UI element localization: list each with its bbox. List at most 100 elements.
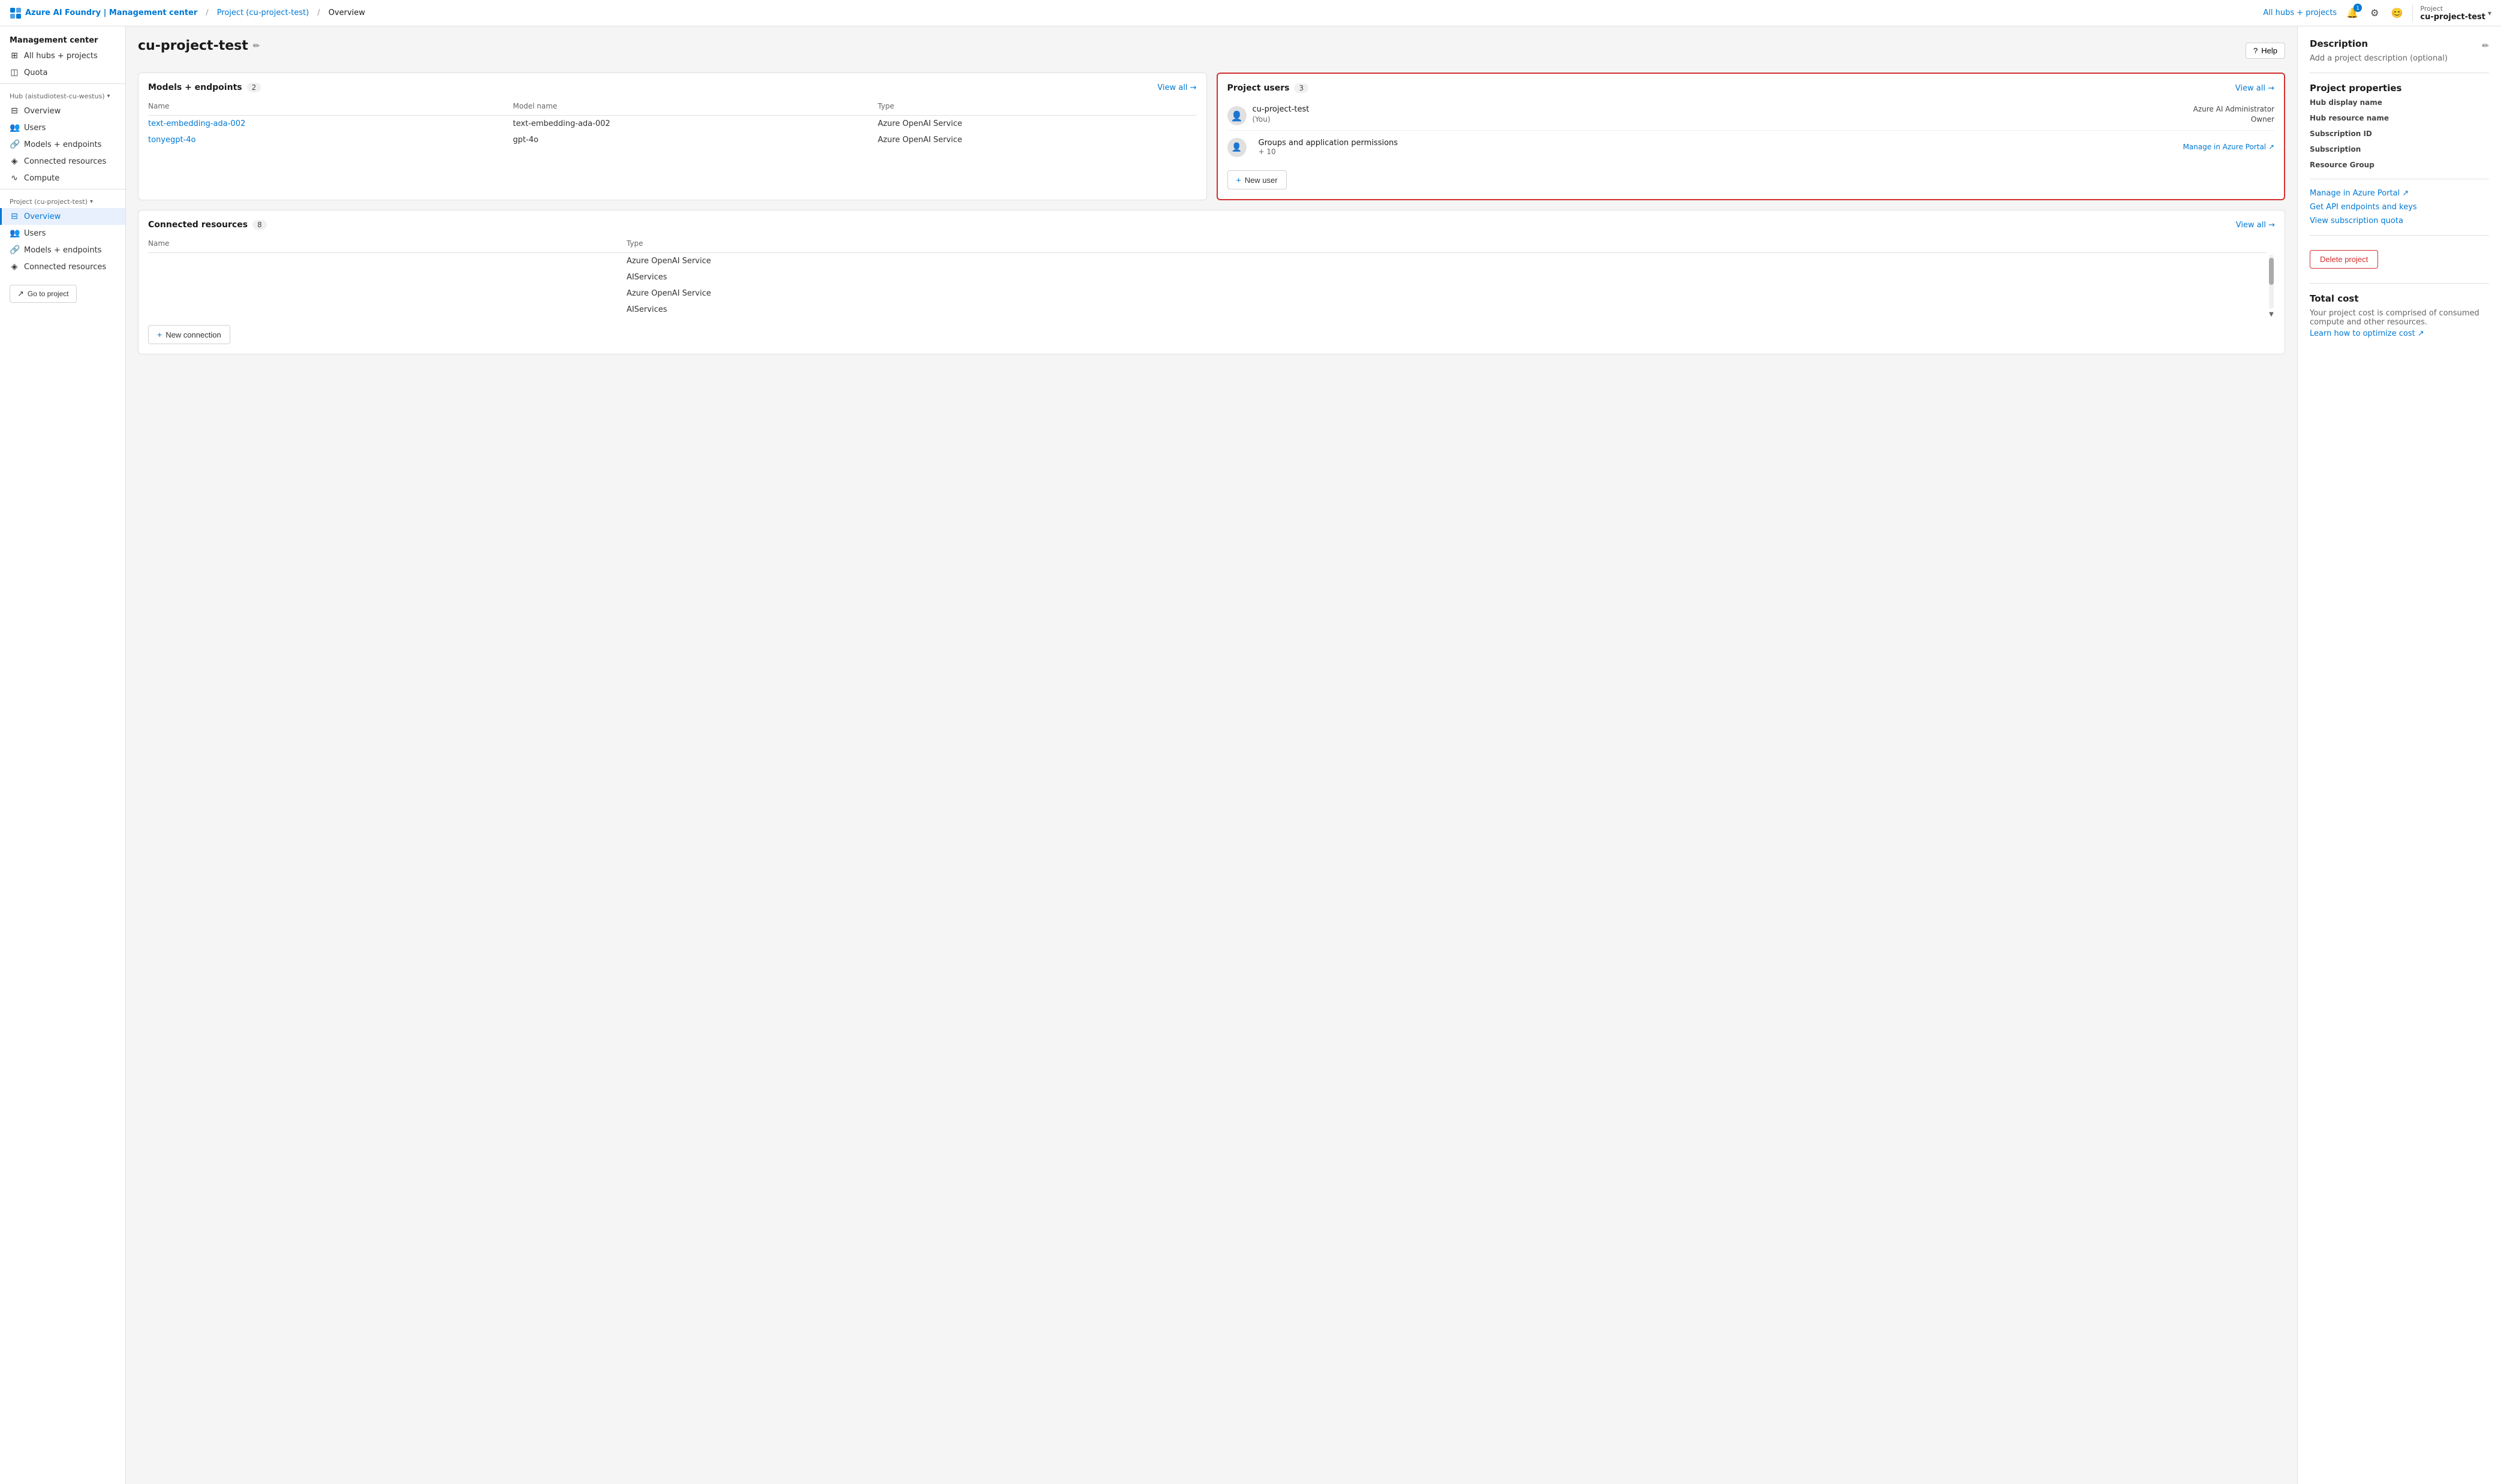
models-col-model: Model name [513,100,877,116]
project-chevron-icon2: ▾ [90,198,93,205]
users-card-count: 3 [1294,83,1308,93]
manage-azure-portal-link[interactable]: Manage in Azure Portal ↗ [2183,143,2274,151]
compute-icon: ∿ [10,173,19,183]
manage-portal-link[interactable]: Manage in Azure Portal ↗ [2310,189,2489,198]
account-button[interactable]: 😊 [2388,5,2405,22]
model-type-cell-1: Azure OpenAI Service [878,132,1197,148]
subscription-label: Subscription [2310,145,2489,153]
settings-button[interactable]: ⚙ [2368,5,2381,22]
proj-connected-icon: ◈ [10,262,19,272]
user-name-0: cu-project-test [1253,105,1310,114]
sidebar-item-hub-overview[interactable]: ⊟ Overview [0,103,125,119]
hub-chevron-icon: ▾ [107,93,110,100]
scroll-down-arrow[interactable]: ▼ [2269,311,2274,318]
sidebar-section-title: Management center [0,31,125,47]
resource-name-cell-1 [148,269,627,285]
sidebar-item-proj-models[interactable]: 🔗 Models + endpoints [0,242,125,258]
model-model-cell-1: gpt-4o [513,132,877,148]
new-connection-button[interactable]: + New connection [148,325,230,344]
subscription-id-label: Subscription ID [2310,130,2489,138]
sidebar-label-all-hubs: All hubs + projects [24,52,98,61]
user-main-row-0: cu-project-test Azure AI Administrator [1253,105,2275,114]
connected-card-count: 8 [252,220,267,230]
learn-more-link[interactable]: Learn how to optimize cost ↗ [2310,329,2489,338]
sidebar-label-hub-models: Models + endpoints [24,140,101,149]
user-role-0: Azure AI Administrator [2193,105,2274,113]
sidebar-item-proj-users[interactable]: 👥 Users [0,225,125,242]
description-section-header: Description ✏ [2310,38,2489,54]
delete-project-button[interactable]: Delete project [2310,250,2378,269]
new-user-button[interactable]: + New user [1227,170,1287,189]
notification-badge: 1 [2353,4,2362,12]
topnav-right: All hubs + projects 🔔 1 ⚙ 😊 Project cu-p… [2263,5,2491,22]
main-area: cu-project-test ✏ ? Help Models + endpoi… [126,26,2501,1484]
sidebar-label-quota: Quota [24,68,48,77]
sidebar-item-hub-models[interactable]: 🔗 Models + endpoints [0,136,125,153]
user-sub-0: (You) [1253,115,1271,124]
project-users-card: Project users 3 View all → 👤 cu-project-… [1217,73,2286,200]
models-view-all-link[interactable]: View all → [1157,83,1196,92]
new-connection-label: New connection [165,330,221,339]
connected-view-all-link[interactable]: View all → [2236,221,2275,230]
connected-col-name: Name [148,237,627,253]
help-label: Help [2261,46,2277,55]
hub-group-label: Hub (aistudiotest-cu-westus) ▾ [0,86,125,103]
breadcrumb-overview: Overview [329,8,365,17]
sidebar-label-proj-connected: Connected resources [24,263,106,272]
connected-card: Connected resources 8 View all → Name Ty… [138,210,2285,354]
right-divider3 [2310,235,2489,236]
models-table: Name Model name Type text-embedding-ada-… [148,100,1197,148]
project-selector[interactable]: Project cu-project-test ▾ [2412,5,2491,22]
model-name-link-1[interactable]: tonyegpt-4o [148,136,196,145]
hub-group-text: Hub (aistudiotest-cu-westus) [10,92,104,100]
app-logo: Azure AI Foundry | Management center [10,7,197,19]
model-name-link-0[interactable]: text-embedding-ada-002 [148,119,245,128]
go-to-project-button[interactable]: ↗ Go to project [10,285,77,303]
connected-col-type: Type [627,237,2267,253]
sidebar-label-proj-users: Users [24,229,46,238]
hub-resource-label: Hub resource name [2310,114,2489,122]
plus-icon: + [1236,175,1241,185]
project-chevron-icon: ▾ [2488,9,2491,17]
connected-icon: ◈ [10,156,19,166]
help-circle-icon: ? [2253,46,2258,55]
scrollbar-thumb[interactable] [2269,258,2274,285]
sidebar-item-hub-users[interactable]: 👥 Users [0,119,125,136]
scrollbar-track [2269,255,2274,309]
content-area: cu-project-test ✏ ? Help Models + endpoi… [126,26,2297,1484]
go-to-project-icon: ↗ [17,289,24,299]
sidebar-item-quota[interactable]: ◫ Quota [0,64,125,81]
scroll-controls: ▼ [2268,237,2275,318]
proj-models-icon: 🔗 [10,245,19,255]
page-title-row: cu-project-test ✏ [138,38,260,53]
help-button[interactable]: ? Help [2246,43,2285,59]
sidebar-item-proj-connected[interactable]: ◈ Connected resources [0,258,125,275]
notification-button[interactable]: 🔔 1 [2344,5,2361,22]
go-to-project-label: Go to project [28,290,69,298]
sidebar-label-proj-models: Models + endpoints [24,246,101,255]
cards-grid: Models + endpoints 2 View all → Name Mod… [138,73,2285,200]
user-info-0: cu-project-test Azure AI Administrator (… [1253,105,2275,124]
models-card-count: 2 [247,83,261,92]
user-sub-row-0: (You) Owner [1253,115,2275,124]
sidebar-item-proj-overview[interactable]: ⊟ Overview [0,208,125,225]
users-view-all-link[interactable]: View all → [2235,84,2274,93]
sidebar-item-hub-compute[interactable]: ∿ Compute [0,170,125,186]
model-model-cell-0: text-embedding-ada-002 [513,116,877,133]
resource-name-cell-2 [148,285,627,302]
models-table-row: tonyegpt-4o gpt-4o Azure OpenAI Service [148,132,1197,148]
resource-type-cell-2: Azure OpenAI Service [627,285,2267,302]
all-hubs-text[interactable]: All hubs + projects [2263,8,2337,17]
edit-title-button[interactable]: ✏ [253,41,260,51]
view-quota-link[interactable]: View subscription quota [2310,216,2489,225]
breadcrumb-project[interactable]: Project (cu-project-test) [217,8,309,17]
user-row-0: 👤 cu-project-test Azure AI Administrator… [1227,100,2275,131]
sidebar-divider1 [0,83,125,84]
resource-type-cell-1: AIServices [627,269,2267,285]
sidebar-item-hub-connected[interactable]: ◈ Connected resources [0,153,125,170]
get-api-link[interactable]: Get API endpoints and keys [2310,203,2489,212]
connected-table: Name Type Azure OpenAI Service AIService… [148,237,2267,318]
description-edit-icon[interactable]: ✏ [2482,41,2489,51]
sidebar-label-hub-connected: Connected resources [24,157,106,166]
sidebar-item-all-hubs[interactable]: ⊞ All hubs + projects [0,47,125,64]
